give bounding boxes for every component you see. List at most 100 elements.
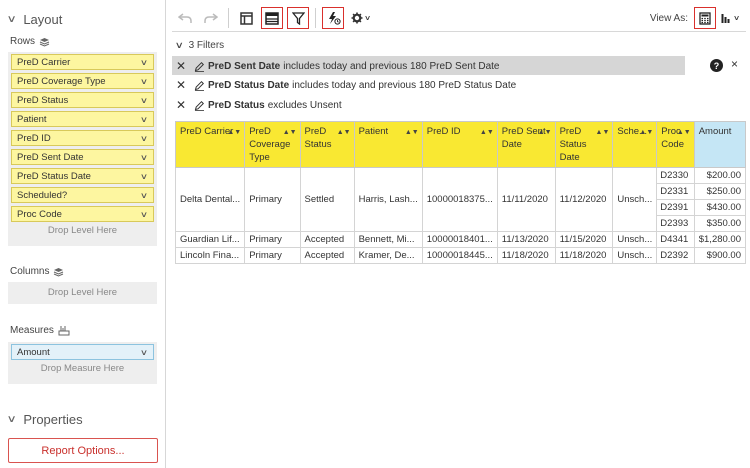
chevron-down-icon[interactable]: ∨ <box>140 115 148 124</box>
cell-carrier[interactable]: Guardian Lif... <box>174 231 246 248</box>
chevron-down-icon[interactable]: ∨ <box>140 153 148 162</box>
properties-section-toggle[interactable]: ∨ Properties <box>7 412 83 427</box>
pencil-icon[interactable] <box>190 100 208 111</box>
cell-coverage[interactable]: Primary <box>244 231 301 248</box>
cell-amount[interactable]: $900.00 <box>693 247 747 264</box>
undo-button[interactable] <box>174 7 196 29</box>
column-header[interactable]: Proc Code ▲▼ <box>656 121 695 168</box>
remove-filter-icon[interactable]: ✕ <box>172 78 190 92</box>
cell-sched[interactable]: Unsch... <box>612 247 658 264</box>
pencil-icon[interactable] <box>190 80 208 91</box>
close-filters-button[interactable]: × <box>731 57 738 71</box>
column-header[interactable]: PreD Coverage Type ▲▼ <box>244 121 301 168</box>
cell-carrier[interactable]: Delta Dental... <box>174 167 246 232</box>
cell-patient[interactable]: Harris, Lash... <box>353 167 423 232</box>
sort-icon[interactable]: ▲▼ <box>283 126 297 139</box>
filter-row[interactable]: ✕ PreD Status Date includes today and prev… <box>172 76 516 94</box>
view-as-table-button[interactable] <box>694 7 716 29</box>
row-pill[interactable]: Scheduled? ∨ <box>11 187 154 203</box>
remove-filter-icon[interactable]: ✕ <box>172 98 190 112</box>
cell-proc-code[interactable]: D2331 <box>656 183 695 200</box>
cell-status-date[interactable]: 11/15/2020 <box>554 231 614 248</box>
measure-pill-amount[interactable]: Amount ∨ <box>11 344 154 360</box>
sort-icon[interactable]: ▲▼ <box>227 126 241 139</box>
row-pill[interactable]: Proc Code ∨ <box>11 206 154 222</box>
column-header[interactable]: PreD Status Date ▲▼ <box>554 121 614 168</box>
cell-sent[interactable]: 11/11/2020 <box>496 167 556 232</box>
remove-filter-icon[interactable]: ✕ <box>172 59 190 73</box>
row-pill[interactable]: PreD Status ∨ <box>11 92 154 108</box>
chevron-down-icon[interactable]: ∨ <box>140 96 148 105</box>
cell-status[interactable]: Accepted <box>299 231 355 248</box>
row-pill[interactable]: PreD Coverage Type ∨ <box>11 73 154 89</box>
chevron-down-icon[interactable]: ∨ <box>140 348 148 357</box>
chevron-down-icon[interactable]: ∨ <box>140 77 148 86</box>
chevron-down-icon[interactable]: ∨ <box>140 210 148 219</box>
column-header[interactable]: PreD Status ▲▼ <box>299 121 355 168</box>
cell-patient[interactable]: Bennett, Mi... <box>353 231 423 248</box>
sort-icon[interactable]: ▲▼ <box>596 126 610 139</box>
view-as-chart-button[interactable]: ∨ <box>718 7 742 29</box>
filter-button[interactable] <box>287 7 309 29</box>
row-pill[interactable]: PreD Carrier ∨ <box>11 54 154 70</box>
grid-view-button[interactable] <box>261 7 283 29</box>
filter-row[interactable]: ✕ PreD Status excludes Unsent <box>172 96 342 114</box>
cell-id[interactable]: 10000018401... <box>421 231 498 248</box>
cell-sched[interactable]: Unsch... <box>612 167 658 232</box>
chevron-down-icon[interactable]: ∨ <box>140 191 148 200</box>
cell-sched[interactable]: Unsch... <box>612 231 658 248</box>
sort-icon[interactable]: ▲▼ <box>405 126 419 139</box>
sort-icon[interactable]: ▲▼ <box>480 126 494 139</box>
cell-proc-code[interactable]: D2392 <box>656 247 695 264</box>
cell-status[interactable]: Settled <box>299 167 355 232</box>
column-header[interactable]: PreD Carrier ▲▼ <box>174 121 246 168</box>
chevron-down-icon[interactable]: ∨ <box>140 134 148 143</box>
cell-proc-code[interactable]: D4341 <box>656 231 695 248</box>
filter-row[interactable]: ✕ PreD Sent Date includes today and previo… <box>172 57 500 75</box>
row-pill[interactable]: PreD Status Date ∨ <box>11 168 154 184</box>
cell-amount[interactable]: $430.00 <box>693 199 747 216</box>
chevron-down-icon[interactable]: ∨ <box>140 172 148 181</box>
column-header[interactable]: Sche... ▲▼ <box>612 121 658 168</box>
help-icon[interactable]: ? <box>710 59 723 72</box>
sort-icon[interactable]: ▲▼ <box>337 126 351 139</box>
cell-amount[interactable]: $200.00 <box>693 167 747 184</box>
cell-coverage[interactable]: Primary <box>244 167 301 232</box>
cell-amount[interactable]: $350.00 <box>693 215 747 232</box>
column-header[interactable]: PreD ID ▲▼ <box>421 121 498 168</box>
cell-sent[interactable]: 11/13/2020 <box>496 231 556 248</box>
cell-proc-code[interactable]: D2391 <box>656 199 695 216</box>
cell-patient[interactable]: Kramer, De... <box>353 247 423 264</box>
settings-menu-button[interactable]: ∨ <box>348 7 374 29</box>
measures-drop-zone[interactable]: Amount ∨ Drop Measure Here <box>8 342 157 384</box>
layout-section-toggle[interactable]: ∨ Layout <box>7 12 63 27</box>
cell-id[interactable]: 10000018375... <box>421 167 498 232</box>
cell-status[interactable]: Accepted <box>299 247 355 264</box>
sort-icon[interactable]: ▲▼ <box>639 126 653 139</box>
rows-drop-zone[interactable]: PreD Carrier ∨ PreD Coverage Type ∨ PreD Sta… <box>8 52 157 246</box>
layout-toggle-button[interactable] <box>235 7 257 29</box>
chevron-down-icon[interactable]: ∨ <box>140 58 148 67</box>
report-options-button[interactable]: Report Options... <box>8 438 158 463</box>
cell-status-date[interactable]: 11/18/2020 <box>554 247 614 264</box>
sort-icon[interactable]: ▲▼ <box>538 126 552 139</box>
cell-sent[interactable]: 11/18/2020 <box>496 247 556 264</box>
cell-id[interactable]: 10000018445... <box>421 247 498 264</box>
columns-drop-zone[interactable]: Drop Level Here <box>8 282 157 304</box>
cell-carrier[interactable]: Lincoln Fina... <box>174 247 246 264</box>
cell-proc-code[interactable]: D2393 <box>656 215 695 232</box>
row-pill[interactable]: PreD Sent Date ∨ <box>11 149 154 165</box>
conditional-format-button[interactable] <box>322 7 344 29</box>
cell-proc-code[interactable]: D2330 <box>656 167 695 184</box>
redo-button[interactable] <box>200 7 222 29</box>
cell-status-date[interactable]: 11/12/2020 <box>554 167 614 232</box>
filters-toggle[interactable]: ∨ 3 Filters <box>175 40 224 51</box>
column-header[interactable]: Amount <box>693 121 747 168</box>
column-header[interactable]: Patient ▲▼ <box>353 121 423 168</box>
sort-icon[interactable]: ▲▼ <box>677 126 691 139</box>
row-pill[interactable]: PreD ID ∨ <box>11 130 154 146</box>
pencil-icon[interactable] <box>190 61 208 72</box>
column-header[interactable]: PreD Sent Date ▲▼ <box>496 121 556 168</box>
cell-coverage[interactable]: Primary <box>244 247 301 264</box>
row-pill[interactable]: Patient ∨ <box>11 111 154 127</box>
